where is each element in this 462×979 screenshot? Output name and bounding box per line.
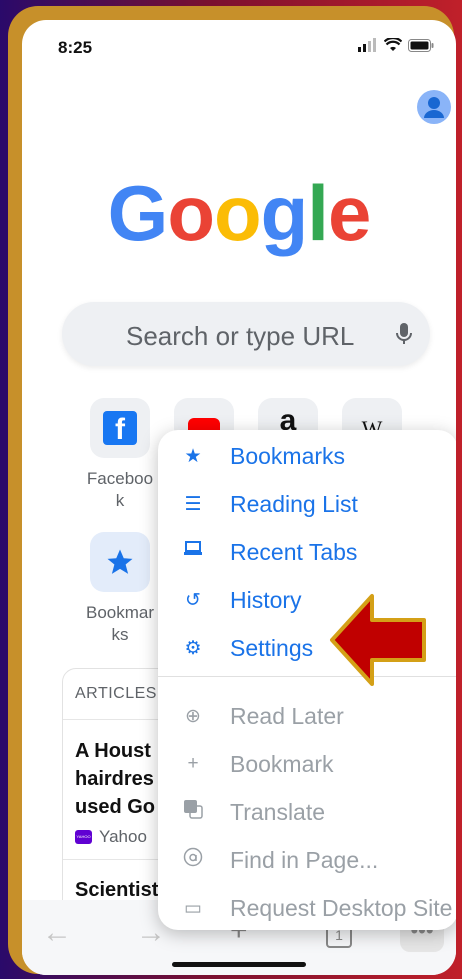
facebook-icon: f xyxy=(103,411,137,446)
logo-letter: l xyxy=(307,169,329,257)
menu-item-translate[interactable]: Translate xyxy=(158,790,456,834)
search-input[interactable]: Search or type URL xyxy=(62,302,430,366)
star-icon: ★ xyxy=(184,445,202,467)
logo-letter: G xyxy=(107,169,169,257)
label-line: Bookmar xyxy=(85,603,155,622)
menu-label: Translate xyxy=(230,798,326,825)
screen: 8:25 Google Search or type URL f a W Fac… xyxy=(22,20,456,975)
history-icon: ↺ xyxy=(185,589,201,611)
home-indicator xyxy=(172,962,306,967)
yahoo-logo-icon: YAHOO xyxy=(75,830,92,844)
account-avatar[interactable] xyxy=(417,90,451,124)
translate-icon xyxy=(180,799,206,825)
plus-icon: + xyxy=(187,753,199,774)
menu-label: Reading List xyxy=(230,490,358,517)
logo-letter: g xyxy=(260,169,309,257)
menu-item-recent-tabs[interactable]: Recent Tabs xyxy=(158,530,456,574)
menu-label: Request Desktop Site xyxy=(230,894,453,921)
articles-header: ARTICLES xyxy=(75,685,157,702)
battery-icon xyxy=(408,38,434,52)
add-circle-icon: ⊕ xyxy=(185,705,201,727)
phone-frame: 8:25 Google Search or type URL f a W Fac… xyxy=(8,6,456,975)
headline-line: used Go xyxy=(75,796,156,818)
find-icon xyxy=(180,847,206,873)
menu-label: Settings xyxy=(230,634,314,661)
logo-letter: o xyxy=(167,169,215,257)
menu-label: History xyxy=(230,586,302,613)
menu-label: Read Later xyxy=(230,702,344,729)
menu-item-reading-list[interactable]: ☰ Reading List xyxy=(158,482,456,526)
shortcut-facebook[interactable]: f xyxy=(90,398,150,458)
menu-item-bookmark[interactable]: + Bookmark xyxy=(158,742,456,786)
devices-icon xyxy=(180,540,206,564)
menu-item-find-in-page[interactable]: Find in Page... xyxy=(158,838,456,882)
shortcut-bookmarks-label: Bookmar ks xyxy=(80,602,160,646)
wifi-icon xyxy=(384,38,402,51)
label-line: ks xyxy=(111,625,129,644)
menu-label: Bookmark xyxy=(230,750,334,777)
menu-label: Bookmarks xyxy=(230,442,346,469)
microphone-icon[interactable] xyxy=(396,322,412,346)
menu-label: Find in Page... xyxy=(230,846,379,873)
shortcut-facebook-label: Faceboo k xyxy=(80,468,160,512)
star-icon xyxy=(107,549,133,574)
google-logo: Google xyxy=(22,168,456,259)
headline-line: hairdres xyxy=(75,768,154,790)
label-line: k xyxy=(115,491,125,510)
signal-icon xyxy=(358,38,376,52)
person-icon xyxy=(424,97,444,118)
label-line: Faceboo xyxy=(86,469,154,488)
headline-line: A Houst xyxy=(75,740,151,762)
back-icon[interactable]: ← xyxy=(42,916,72,950)
menu-label: Recent Tabs xyxy=(230,538,358,565)
logo-letter: e xyxy=(327,169,371,257)
status-icons xyxy=(358,38,434,52)
desktop-icon: ▭ xyxy=(184,897,202,919)
menu-item-request-desktop-site[interactable]: ▭ Request Desktop Site xyxy=(158,886,456,930)
article-headline-2[interactable]: Scientist xyxy=(75,879,158,902)
shortcut-bookmarks[interactable] xyxy=(90,532,150,592)
search-placeholder: Search or type URL xyxy=(126,321,355,351)
menu-item-bookmarks[interactable]: ★ Bookmarks xyxy=(158,434,456,478)
article-headline[interactable]: A Houst hairdres used Go xyxy=(75,737,155,821)
menu-item-read-later[interactable]: ⊕ Read Later xyxy=(158,694,456,738)
logo-letter: o xyxy=(213,169,262,257)
gear-icon: ⚙ xyxy=(184,637,202,659)
status-time: 8:25 xyxy=(58,38,93,57)
list-icon: ☰ xyxy=(184,493,202,515)
annotation-arrow-icon xyxy=(330,594,426,686)
article-source: Yahoo xyxy=(99,827,147,846)
